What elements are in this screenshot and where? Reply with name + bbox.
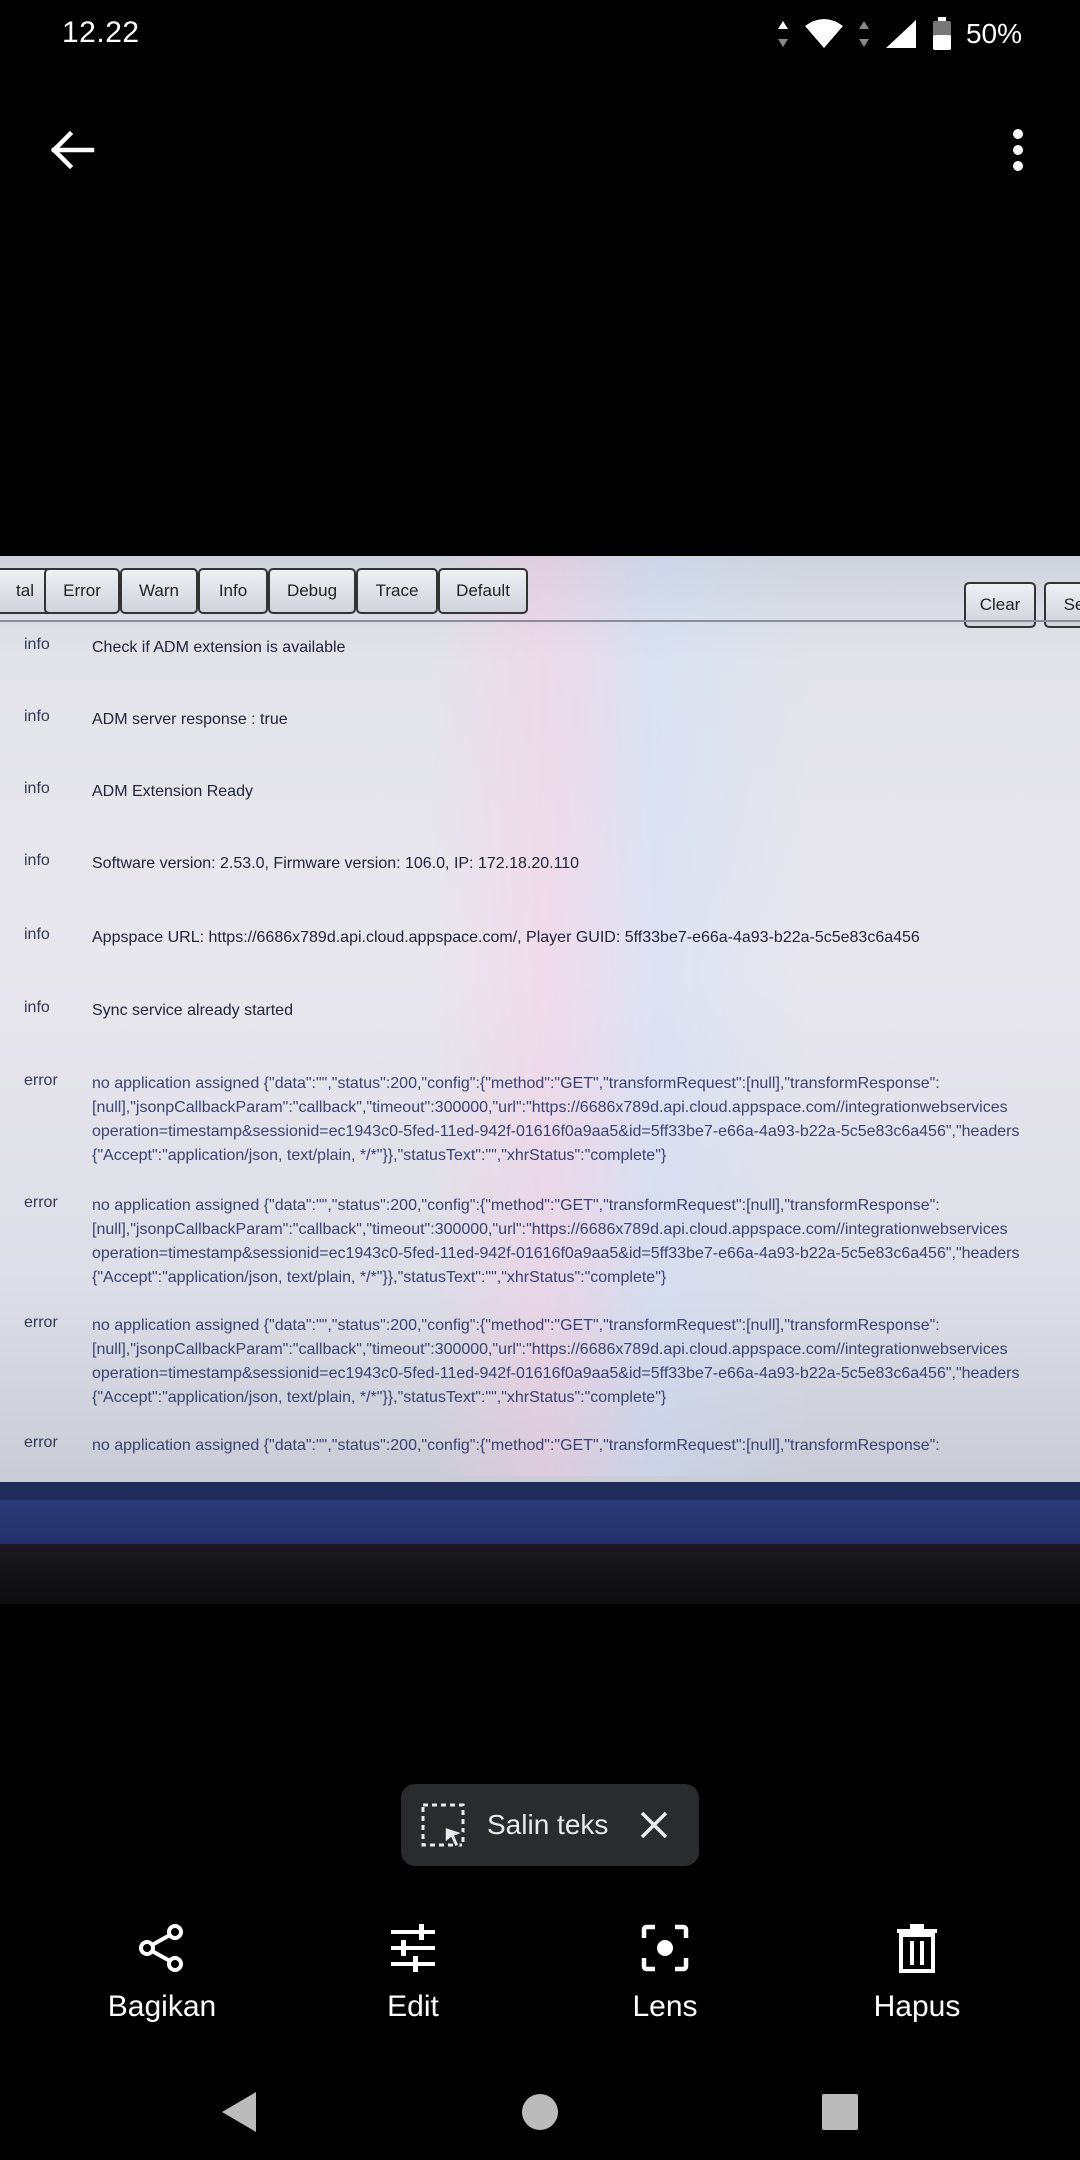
log-message-line: [null],"jsonpCallbackParam":"callback","… xyxy=(92,1221,1008,1238)
copy-text-label: Salin teks xyxy=(487,1809,609,1840)
log-filter-toolbar: tal Error Warn Info Debug Trace Default … xyxy=(0,560,1080,628)
status-bar: 12.22 50% xyxy=(0,0,1080,70)
monitor-frame xyxy=(0,1500,1080,1544)
cell-arrows-icon xyxy=(858,19,870,49)
log-level: info xyxy=(24,636,50,653)
toolbar-divider xyxy=(0,620,1080,622)
copy-text-chip[interactable]: Salin teks xyxy=(401,1784,699,1866)
tune-icon xyxy=(385,1920,441,1976)
share-button[interactable]: Bagikan xyxy=(62,1920,262,2050)
photo-actions: Bagikan Edit Lens Hapus xyxy=(0,1920,1080,2050)
close-icon xyxy=(641,1811,668,1839)
log-message-line: no application assigned {"data":"","stat… xyxy=(92,1197,940,1214)
wifi-icon xyxy=(804,18,844,50)
filter-button-info: Info xyxy=(198,568,268,614)
status-icons: 50% xyxy=(776,14,1022,54)
filter-button-warn: Warn xyxy=(120,568,198,614)
more-vertical-icon xyxy=(1013,129,1023,171)
delete-button[interactable]: Hapus xyxy=(817,1920,1017,2050)
log-level: info xyxy=(24,926,50,943)
log-message-line: [null],"jsonpCallbackParam":"callback","… xyxy=(92,1099,1008,1116)
log-level: info xyxy=(24,852,50,869)
nav-recents-button[interactable] xyxy=(808,2080,872,2144)
battery-percent: 50% xyxy=(965,18,1022,49)
filter-button-debug: Debug xyxy=(268,568,356,614)
triangle-back-icon xyxy=(222,2092,256,2132)
edit-label: Edit xyxy=(387,1990,439,2023)
filter-button-trace: Trace xyxy=(356,568,438,614)
trash-icon xyxy=(889,1920,945,1976)
lens-button[interactable]: Lens xyxy=(565,1920,765,2050)
nav-home-button[interactable] xyxy=(508,2080,572,2144)
circle-home-icon xyxy=(522,2094,558,2130)
log-message-line: {"Accept":"application/json, text/plain,… xyxy=(92,1389,667,1406)
photo-view[interactable]: tal Error Warn Info Debug Trace Default … xyxy=(0,556,1080,1604)
data-arrows-icon xyxy=(776,19,790,49)
square-recents-icon xyxy=(822,2094,858,2130)
log-message-line: ADM server response : true xyxy=(92,711,288,728)
log-message-line: operation=timestamp&sessionid=ec1943c0-5… xyxy=(92,1123,1020,1140)
log-message-line: Sync service already started xyxy=(92,1002,293,1019)
log-message-line: operation=timestamp&sessionid=ec1943c0-5… xyxy=(92,1365,1020,1382)
lens-icon xyxy=(637,1920,693,1976)
filter-button-default: Default xyxy=(438,568,528,614)
system-nav-bar xyxy=(0,2060,1080,2160)
share-label: Bagikan xyxy=(107,1990,217,2023)
log-message-line: Appspace URL: https://6686x789d.api.clou… xyxy=(92,929,920,946)
back-button[interactable] xyxy=(40,118,104,182)
log-level: info xyxy=(24,780,50,797)
lens-label: Lens xyxy=(632,1990,698,2023)
log-message-line: no application assigned {"data":"","stat… xyxy=(92,1437,940,1454)
log-level: error xyxy=(24,1434,58,1451)
monitor-bezel xyxy=(0,1482,1080,1500)
share-icon xyxy=(134,1920,190,1976)
log-level: error xyxy=(24,1314,58,1331)
log-message-line: Check if ADM extension is available xyxy=(92,639,346,656)
battery-icon xyxy=(932,17,952,51)
log-message-line: ADM Extension Ready xyxy=(92,783,253,800)
arrow-left-icon xyxy=(50,130,95,170)
log-message-line: no application assigned {"data":"","stat… xyxy=(92,1075,940,1092)
monitor-shadow xyxy=(0,1544,1080,1604)
close-chip-button[interactable] xyxy=(634,1805,674,1845)
filter-button-error: Error xyxy=(44,568,120,614)
log-message-line: [null],"jsonpCallbackParam":"callback","… xyxy=(92,1341,1008,1358)
log-level: error xyxy=(24,1194,58,1211)
log-level: info xyxy=(24,999,50,1016)
log-level: info xyxy=(24,708,50,725)
log-message-line: {"Accept":"application/json, text/plain,… xyxy=(92,1269,667,1286)
log-message-line: Software version: 2.53.0, Firmware versi… xyxy=(92,855,580,872)
more-options-button[interactable] xyxy=(986,118,1050,182)
log-message-line: operation=timestamp&sessionid=ec1943c0-5… xyxy=(92,1245,1020,1262)
delete-label: Hapus xyxy=(873,1990,961,2023)
nav-back-button[interactable] xyxy=(208,2080,272,2144)
log-level: error xyxy=(24,1072,58,1089)
cellular-signal-icon xyxy=(884,18,918,50)
edit-button[interactable]: Edit xyxy=(313,1920,513,2050)
status-time: 12.22 xyxy=(62,16,140,49)
log-message-line: {"Accept":"application/json, text/plain,… xyxy=(92,1147,667,1164)
log-message-line: no application assigned {"data":"","stat… xyxy=(92,1317,940,1334)
select-text-icon xyxy=(421,1803,466,1849)
